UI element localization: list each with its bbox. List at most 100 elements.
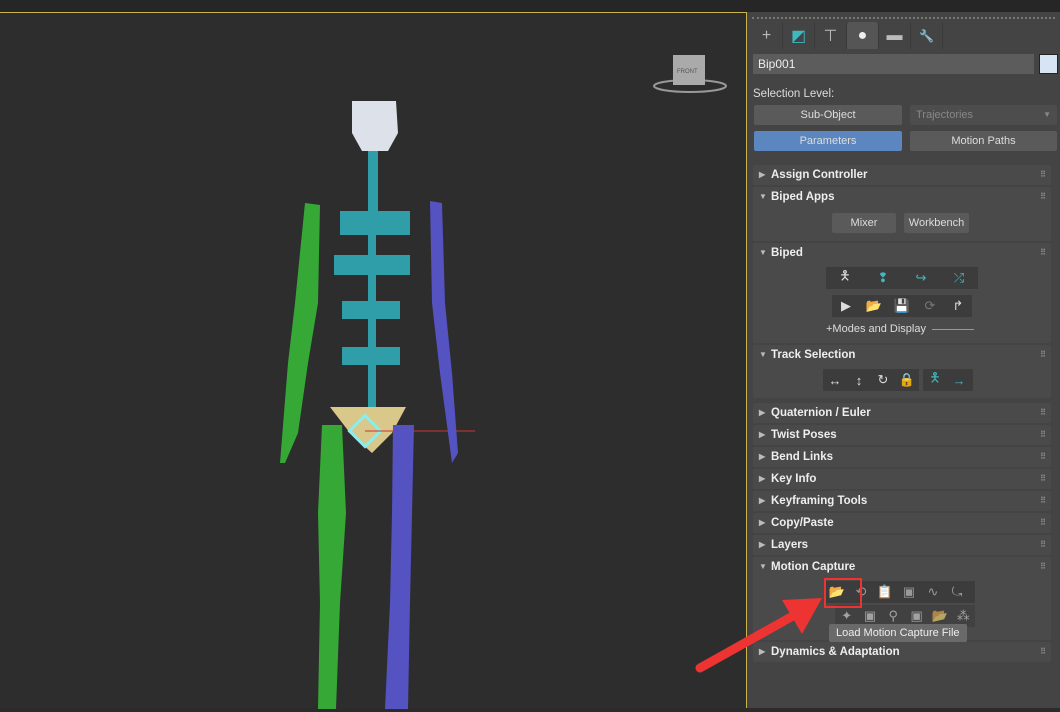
opposite-icon[interactable]: → (947, 373, 971, 388)
grip-icon: ⠿ (1040, 192, 1046, 201)
modes-display-label: +Modes and Display (826, 323, 926, 335)
move-all-icon[interactable]: ↱ (946, 298, 970, 314)
rollout-header[interactable]: ▼ Track Selection ⠿ (753, 345, 1051, 365)
symmetrical-icon[interactable]: 🯅 (923, 369, 947, 391)
workbench-button[interactable]: Workbench (904, 213, 969, 233)
tab-modify[interactable]: ◩ (783, 22, 815, 49)
object-name-field[interactable]: Bip001 (753, 54, 1034, 74)
batch-file-icon[interactable]: ⤿ (945, 584, 969, 600)
hierarchy-icon: ⊤ (823, 27, 838, 45)
pose-icon[interactable]: ▣ (858, 608, 881, 624)
rollout-title: Copy/Paste (771, 517, 834, 529)
rollout-assign-controller[interactable]: ▶ Assign Controller ⠿ (753, 165, 1051, 185)
collapse-icon: ▼ (759, 248, 767, 257)
track-toolbar-2: 🯅 → (923, 369, 973, 391)
grip-icon: ⠿ (1040, 170, 1046, 179)
selection-level-label: Selection Level: (753, 88, 835, 100)
rollout-header[interactable]: ▼ Motion Capture ⠿ (753, 557, 1051, 577)
buffer-mode-icon[interactable]: ▶ (834, 298, 858, 314)
tab-motion[interactable]: ● (847, 22, 879, 49)
sub-object-button[interactable]: Sub-Object (754, 105, 902, 125)
rollout-key-info[interactable]: ▶ Key Info ⠿ (753, 469, 1051, 489)
rollout-title: Quaternion / Euler (771, 407, 871, 419)
rollout-title: Assign Controller (771, 169, 868, 181)
expand-icon: ▶ (759, 518, 766, 527)
tab-display[interactable]: ▬ (879, 22, 911, 49)
rollout-quaternion-euler[interactable]: ▶ Quaternion / Euler ⠿ (753, 403, 1051, 423)
panel-drag-handle[interactable] (752, 17, 1055, 20)
show-buffer-icon[interactable]: ▣ (897, 584, 921, 600)
chevron-down-icon: ▼ (1043, 110, 1051, 119)
lock-icon[interactable]: 🔒 (895, 372, 919, 388)
object-color-swatch[interactable] (1039, 54, 1058, 74)
rollout-title: Track Selection (771, 349, 856, 361)
save-file-icon[interactable]: 💾 (890, 298, 914, 314)
trajectories-label: Trajectories (916, 109, 974, 121)
biped-skeleton: FRONT (280, 55, 727, 709)
rollout-title: Keyframing Tools (771, 495, 868, 507)
mixer-button[interactable]: Mixer (832, 213, 896, 233)
motion-icon: ● (857, 26, 868, 44)
open-file-icon[interactable]: 📂 (862, 298, 886, 314)
rollout-title: Biped Apps (771, 191, 835, 203)
rollout-header[interactable]: ▼ Biped Apps ⠿ (753, 187, 1051, 207)
annotation-arrow-icon (695, 598, 822, 673)
grip-icon: ⠿ (1040, 647, 1046, 656)
collapse-icon: ▼ (759, 350, 767, 359)
rollout-bend-links[interactable]: ▶ Bend Links ⠿ (753, 447, 1051, 467)
expand-icon: ▶ (759, 496, 766, 505)
expand-icon: ▶ (759, 474, 766, 483)
buffer-trajectory-icon[interactable]: ∿ (921, 584, 945, 600)
figure-mode-icon[interactable]: 🯅 (833, 267, 857, 289)
grip-icon: ⠿ (1040, 474, 1046, 483)
collapse-icon: ▼ (759, 562, 767, 571)
modify-icon: ◩ (790, 27, 807, 45)
collapse-icon: ▼ (759, 192, 767, 201)
modes-and-display-toggle[interactable]: +Modes and Display (826, 323, 974, 335)
grip-icon: ⠿ (1040, 518, 1046, 527)
rollout-title: Motion Capture (771, 561, 856, 573)
body-horizontal-icon[interactable]: ↔ (823, 373, 847, 388)
rollout-title: Bend Links (771, 451, 833, 463)
tab-create[interactable]: + (751, 22, 783, 49)
rollout-biped-apps: ▼ Biped Apps ⠿ Mixer Workbench (753, 187, 1051, 241)
body-rotation-icon[interactable]: ↻ (871, 372, 895, 388)
viewcube-label: FRONT (677, 69, 698, 75)
convert-icon[interactable]: ⟳ (918, 298, 942, 314)
rollout-layers[interactable]: ▶ Layers ⠿ (753, 535, 1051, 555)
footstep-mode-icon[interactable]: ❢ (871, 270, 895, 286)
rollout-header[interactable]: ▼ Biped ⠿ (753, 243, 1051, 263)
rollout-keyframing-tools[interactable]: ▶ Keyframing Tools ⠿ (753, 491, 1051, 511)
tab-hierarchy[interactable]: ⊤ (815, 22, 847, 49)
motion-paths-button[interactable]: Motion Paths (910, 131, 1057, 151)
grip-icon: ⠿ (1040, 430, 1046, 439)
biped-toolbar-1: 🯅 ❢ ↪ ⤮ (826, 267, 978, 289)
paste-mocap-icon[interactable]: 📋 (873, 584, 897, 600)
expand-icon: ▶ (759, 452, 766, 461)
figure-icon[interactable]: ⚲ (882, 608, 905, 624)
wrench-icon: 🔧 (919, 28, 934, 43)
tab-utilities[interactable]: 🔧 (911, 22, 943, 49)
top-bar (0, 0, 1060, 12)
trajectories-dropdown[interactable]: Trajectories ▼ (910, 105, 1057, 125)
viewport-3d[interactable]: FRONT (0, 12, 747, 709)
grip-icon: ⠿ (1040, 562, 1046, 571)
mixer-mode-icon[interactable]: ⤮ (947, 270, 971, 286)
rollout-title: Key Info (771, 473, 817, 485)
expand-icon: ▶ (759, 408, 766, 417)
grip-icon: ⠿ (1040, 408, 1046, 417)
load-marker-icon[interactable]: 📂 (928, 608, 951, 624)
rollout-twist-poses[interactable]: ▶ Twist Poses ⠿ (753, 425, 1051, 445)
marker-icon[interactable]: ▣ (905, 608, 928, 624)
grip-icon: ⠿ (1040, 452, 1046, 461)
rollout-title: Layers (771, 539, 809, 551)
rollout-title: Biped (771, 247, 803, 259)
parameters-button[interactable]: Parameters (754, 131, 902, 151)
body-vertical-icon[interactable]: ↕ (847, 373, 871, 388)
motion-flow-icon[interactable]: ↪ (909, 270, 933, 286)
plus-icon: + (761, 26, 772, 44)
expand-icon: ▶ (759, 540, 766, 549)
group-icon[interactable]: ⁂ (952, 608, 975, 624)
rollout-copy-paste[interactable]: ▶ Copy/Paste ⠿ (753, 513, 1051, 533)
talent-icon[interactable]: ✦ (835, 608, 858, 624)
